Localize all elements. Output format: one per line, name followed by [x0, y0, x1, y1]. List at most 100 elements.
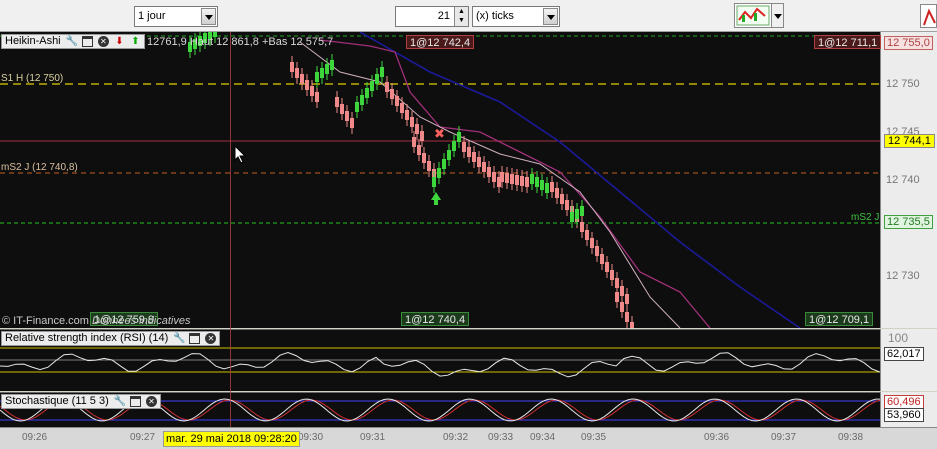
indicator-header[interactable]: Heikin-Ashi 🔧 ✕ ⬇ ⬆: [1, 34, 145, 49]
candle-body: [595, 246, 599, 256]
candle-body: [320, 68, 324, 78]
ticks-stepper-value: 21: [437, 10, 450, 22]
ticks-unit-select[interactable]: (x) ticks: [472, 6, 560, 27]
candle-body: [400, 103, 404, 113]
candle-body: [330, 60, 334, 70]
candle-body: [625, 294, 629, 304]
candle-body: [510, 174, 514, 184]
candle-body: [615, 292, 619, 302]
wrench-icon[interactable]: 🔧: [173, 333, 185, 344]
close-icon[interactable]: ✕: [205, 332, 217, 344]
candle-body: [380, 67, 384, 77]
candle-body: [452, 141, 456, 151]
candle-body: [477, 157, 481, 167]
candle-body: [625, 312, 629, 322]
candle-body: [315, 72, 319, 82]
candle-body: [500, 172, 504, 182]
candle-body: [350, 118, 354, 128]
candle-body: [290, 62, 294, 72]
source-name: © IT-Finance.com: [2, 315, 89, 327]
candle-body: [365, 88, 369, 98]
candle-body: [300, 74, 304, 84]
chart-type-dropdown[interactable]: [771, 3, 784, 28]
price-chart-canvas[interactable]: ✖: [0, 32, 880, 328]
candle-body: [412, 137, 416, 147]
candle-body: [585, 230, 589, 240]
rsi-header[interactable]: Relative strength index (RSI) (14) 🔧 ✕: [1, 331, 221, 346]
candlestick-chart-icon: [736, 5, 770, 26]
time-tick-label: 09:31: [360, 432, 386, 443]
source-label: © IT-Finance.com Données indicatives: [2, 315, 190, 327]
candle-body: [395, 96, 399, 106]
stoch-header[interactable]: Stochastique (11 5 3) 🔧 ✕: [1, 394, 161, 409]
level-label-ms2-right: mS2 J: [851, 212, 880, 223]
window-icon[interactable]: [81, 35, 93, 47]
mouse-cursor-icon: [234, 145, 247, 164]
candle-body: [325, 64, 329, 74]
ma-blue-line: [359, 32, 801, 328]
price-axis-label: 12 740: [886, 174, 920, 186]
candle-body: [570, 212, 574, 222]
time-tick-label: 09:30: [298, 432, 324, 443]
candle-body: [467, 147, 471, 157]
candle-body: [530, 174, 534, 184]
stepper-arrows-icon[interactable]: ▲ ▼: [454, 7, 468, 26]
rsi-title: Relative strength index (RSI) (14): [5, 332, 169, 344]
candle-body: [630, 322, 634, 328]
time-axis[interactable]: 09:26 09:27 09:30 09:31 09:32 09:33 09:34 09:35…: [0, 427, 937, 449]
download-icon[interactable]: ⬇: [114, 36, 125, 47]
candle-body: [605, 262, 609, 272]
rsi-line: [0, 351, 880, 378]
chart-type-button[interactable]: [734, 3, 772, 28]
window-icon[interactable]: [129, 395, 141, 407]
chevron-down-icon[interactable]: [543, 8, 558, 25]
rsi-value-tag: 62,017: [884, 347, 924, 361]
candle-body: [360, 95, 364, 105]
buy-signal-icon: [431, 192, 441, 205]
candle-body: [315, 92, 319, 102]
crosshair-vertical: [230, 32, 231, 427]
price-axis-label: 12 730: [886, 270, 920, 282]
candle-body: [580, 206, 584, 216]
candle-body: [482, 162, 486, 172]
close-icon[interactable]: ✕: [97, 35, 109, 47]
window-icon[interactable]: [189, 332, 201, 344]
candle-body: [375, 74, 379, 84]
side-tool-icon[interactable]: [920, 4, 937, 28]
candle-body: [550, 182, 554, 192]
indicator-values: 12761,9 Haut 12 861,8 +Bas 12 575,7: [147, 36, 334, 48]
order-label-bottom-mid[interactable]: 1@12 740,4: [401, 312, 470, 326]
candle-body: [385, 82, 389, 92]
candle-body: [310, 86, 314, 96]
wrench-icon[interactable]: 🔧: [66, 36, 78, 47]
candle-body: [610, 270, 614, 280]
candle-body: [580, 222, 584, 232]
candle-body: [525, 177, 529, 187]
arrow-up-icon[interactable]: ⬆: [130, 36, 141, 47]
candle-body: [545, 183, 549, 193]
chevron-down-icon: [774, 14, 782, 19]
chevron-down-icon[interactable]: [201, 8, 216, 25]
candle-body: [462, 142, 466, 152]
order-label-top-mid[interactable]: 1@12 742,4: [406, 35, 475, 49]
order-label-bottom-right[interactable]: 1@12 709,1: [805, 312, 874, 326]
price-chart-panel[interactable]: ✖: [0, 32, 880, 328]
order-label-top-right[interactable]: 1@12 711,1: [814, 35, 882, 49]
ticks-stepper[interactable]: 21 ▲ ▼: [395, 6, 469, 27]
candle-body: [520, 176, 524, 186]
candle-body: [305, 80, 309, 90]
candle-body: [295, 68, 299, 78]
candle-body: [515, 175, 519, 185]
candle-body: [405, 110, 409, 120]
time-tick-label: 09:34: [530, 432, 556, 443]
candle-body: [340, 104, 344, 114]
stoch-title: Stochastique (11 5 3): [5, 395, 109, 407]
sell-signal-icon: ✖: [434, 126, 445, 141]
wrench-icon[interactable]: 🔧: [114, 396, 126, 407]
candle-body: [442, 159, 446, 169]
time-tick-label: 09:36: [704, 432, 730, 443]
period-select[interactable]: 1 jour: [134, 6, 218, 27]
candle-body: [410, 117, 414, 127]
close-icon[interactable]: ✕: [145, 395, 157, 407]
candle-body: [600, 254, 604, 264]
